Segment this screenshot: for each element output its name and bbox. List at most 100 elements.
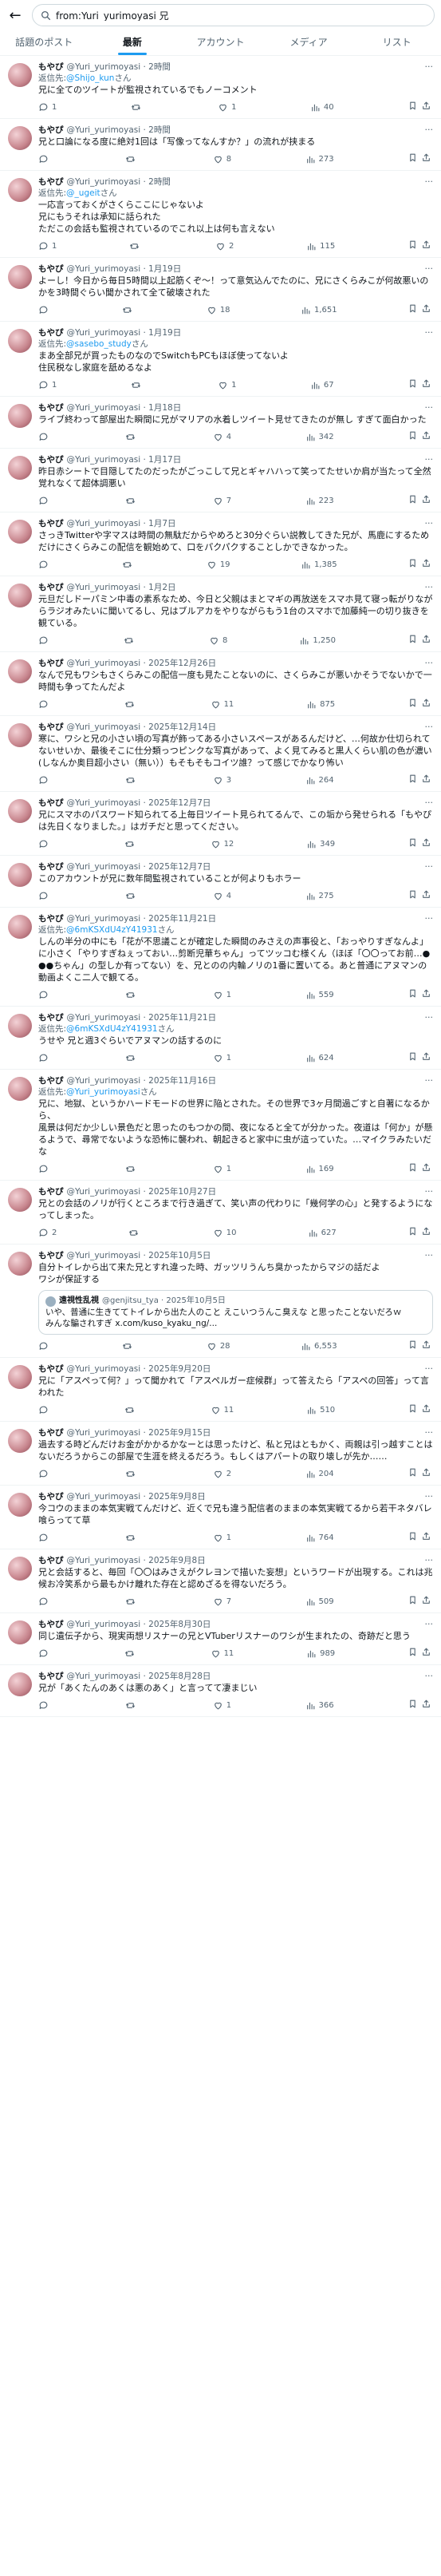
author-name[interactable]: もやぴ xyxy=(38,402,64,414)
reply-button[interactable] xyxy=(38,699,52,710)
share-button[interactable] xyxy=(421,558,431,571)
author-name[interactable]: もやぴ xyxy=(38,1619,64,1630)
author-handle-time[interactable]: @Yuri_yurimoyasi · 2025年11月16日 xyxy=(67,1075,217,1086)
like-button[interactable]: 2 xyxy=(215,241,234,251)
views-button[interactable]: 1,385 xyxy=(301,560,337,570)
share-button[interactable] xyxy=(421,1531,431,1544)
more-options-icon[interactable]: ··· xyxy=(420,1186,434,1197)
reply-button[interactable]: 2 xyxy=(38,1228,57,1238)
repost-button[interactable] xyxy=(125,1164,139,1174)
back-arrow-icon[interactable]: ← xyxy=(6,6,24,24)
views-button[interactable]: 273 xyxy=(305,154,334,164)
more-options-icon[interactable]: ··· xyxy=(420,1012,434,1023)
avatar[interactable] xyxy=(8,1252,32,1276)
repost-button[interactable] xyxy=(129,241,143,251)
repost-button[interactable] xyxy=(125,1597,139,1607)
bookmark-button[interactable] xyxy=(408,837,418,850)
bookmark-button[interactable] xyxy=(408,1339,418,1352)
more-options-icon[interactable]: ··· xyxy=(420,327,434,338)
reply-button[interactable] xyxy=(38,432,52,442)
repost-button[interactable] xyxy=(124,699,138,710)
like-button[interactable]: 2 xyxy=(213,1469,231,1479)
like-button[interactable]: 1 xyxy=(218,102,237,113)
more-options-icon[interactable]: ··· xyxy=(420,1075,434,1086)
views-button[interactable]: 169 xyxy=(305,1164,334,1174)
author-name[interactable]: もやぴ xyxy=(38,61,64,73)
author-name[interactable]: もやぴ xyxy=(38,1250,64,1261)
bookmark-button[interactable] xyxy=(408,430,418,443)
share-button[interactable] xyxy=(421,1226,431,1239)
avatar[interactable] xyxy=(8,178,32,202)
repost-button[interactable] xyxy=(122,1341,136,1351)
author-name[interactable]: もやぴ xyxy=(38,518,64,529)
author-name[interactable]: もやぴ xyxy=(38,861,64,873)
search-input[interactable] xyxy=(56,10,426,21)
avatar[interactable] xyxy=(8,404,32,428)
bookmark-button[interactable] xyxy=(408,1595,418,1608)
views-button[interactable]: 764 xyxy=(305,1533,334,1543)
avatar[interactable] xyxy=(8,1014,32,1038)
post[interactable]: もやぴ @Yuri_yurimoyasi · 2025年9月8日 ··· 兄と会話する… xyxy=(0,1549,441,1613)
repost-button[interactable] xyxy=(124,1405,138,1415)
author-name[interactable]: もやぴ xyxy=(38,658,64,669)
views-button[interactable]: 875 xyxy=(306,699,335,710)
share-button[interactable] xyxy=(421,239,431,252)
like-button[interactable]: 8 xyxy=(213,154,231,164)
bookmark-button[interactable] xyxy=(408,558,418,571)
author-handle-time[interactable]: @Yuri_yurimoyasi · 2025年8月28日 xyxy=(67,1671,211,1682)
reply-mention[interactable]: @sasebo_study xyxy=(66,339,132,349)
reply-button[interactable] xyxy=(38,1597,52,1607)
more-options-icon[interactable]: ··· xyxy=(420,1491,434,1502)
share-button[interactable] xyxy=(421,1403,431,1416)
share-button[interactable] xyxy=(421,1467,431,1480)
author-handle-time[interactable]: @Yuri_yurimoyasi · 2025年12月7日 xyxy=(67,797,211,809)
search-box[interactable] xyxy=(32,4,435,26)
more-options-icon[interactable]: ··· xyxy=(420,1250,434,1261)
like-button[interactable]: 1 xyxy=(213,1700,231,1711)
views-button[interactable]: 275 xyxy=(305,891,334,901)
author-handle-time[interactable]: @Yuri_yurimoyasi · 2025年11月21日 xyxy=(67,913,217,924)
share-button[interactable] xyxy=(421,303,431,316)
like-button[interactable]: 18 xyxy=(207,305,230,315)
avatar[interactable] xyxy=(8,1429,32,1453)
more-options-icon[interactable]: ··· xyxy=(420,1555,434,1566)
share-button[interactable] xyxy=(421,634,431,647)
author-handle-time[interactable]: @Yuri_yurimoyasi · 1月2日 xyxy=(67,582,176,593)
reply-mention[interactable]: @6mKSXdU4zY41931 xyxy=(66,1024,158,1034)
share-button[interactable] xyxy=(421,1699,431,1711)
reply-button[interactable] xyxy=(38,1164,52,1174)
avatar[interactable] xyxy=(8,915,32,939)
repost-button[interactable] xyxy=(125,990,139,1000)
post[interactable]: もやぴ @Yuri_yurimoyasi · 1月19日 ··· 返信先:@saseb… xyxy=(0,322,441,397)
post[interactable]: もやぴ @Yuri_yurimoyasi · 2025年12月14日 ··· 寒に、ワ… xyxy=(0,716,441,792)
more-options-icon[interactable]: ··· xyxy=(420,1427,434,1438)
repost-button[interactable] xyxy=(125,775,139,785)
share-button[interactable] xyxy=(421,378,431,391)
author-name[interactable]: もやぴ xyxy=(38,582,64,593)
author-name[interactable]: もやぴ xyxy=(38,1555,64,1566)
author-handle-time[interactable]: @Yuri_yurimoyasi · 2025年10月27日 xyxy=(67,1186,217,1197)
author-name[interactable]: もやぴ xyxy=(38,176,64,188)
post[interactable]: もやぴ @Yuri_yurimoyasi · 2025年9月20日 ··· 兄に「アス… xyxy=(0,1358,441,1422)
share-button[interactable] xyxy=(421,1339,431,1352)
views-button[interactable]: 349 xyxy=(306,839,335,849)
like-button[interactable]: 1 xyxy=(213,1533,231,1543)
author-name[interactable]: もやぴ xyxy=(38,797,64,809)
share-button[interactable] xyxy=(421,101,431,113)
tab-latest[interactable]: 最新 xyxy=(89,29,177,55)
repost-button[interactable] xyxy=(125,1469,139,1479)
more-options-icon[interactable]: ··· xyxy=(420,125,434,136)
views-button[interactable]: 223 xyxy=(305,496,334,506)
author-name[interactable]: もやぴ xyxy=(38,125,64,136)
views-button[interactable]: 509 xyxy=(305,1597,334,1607)
reply-mention[interactable]: @Shijo_kun xyxy=(66,73,114,83)
tab-media[interactable]: メディア xyxy=(265,29,353,55)
post[interactable]: もやぴ @Yuri_yurimoyasi · 2025年10月5日 ··· 自分トイレ… xyxy=(0,1244,441,1358)
like-button[interactable]: 12 xyxy=(211,839,234,849)
reply-button[interactable] xyxy=(38,1533,52,1543)
views-button[interactable]: 40 xyxy=(310,102,334,113)
post[interactable]: もやぴ @Yuri_yurimoyasi · 2025年10月27日 ··· 兄との会… xyxy=(0,1181,441,1244)
more-options-icon[interactable]: ··· xyxy=(420,1671,434,1682)
bookmark-button[interactable] xyxy=(408,1647,418,1660)
repost-button[interactable] xyxy=(124,839,138,849)
